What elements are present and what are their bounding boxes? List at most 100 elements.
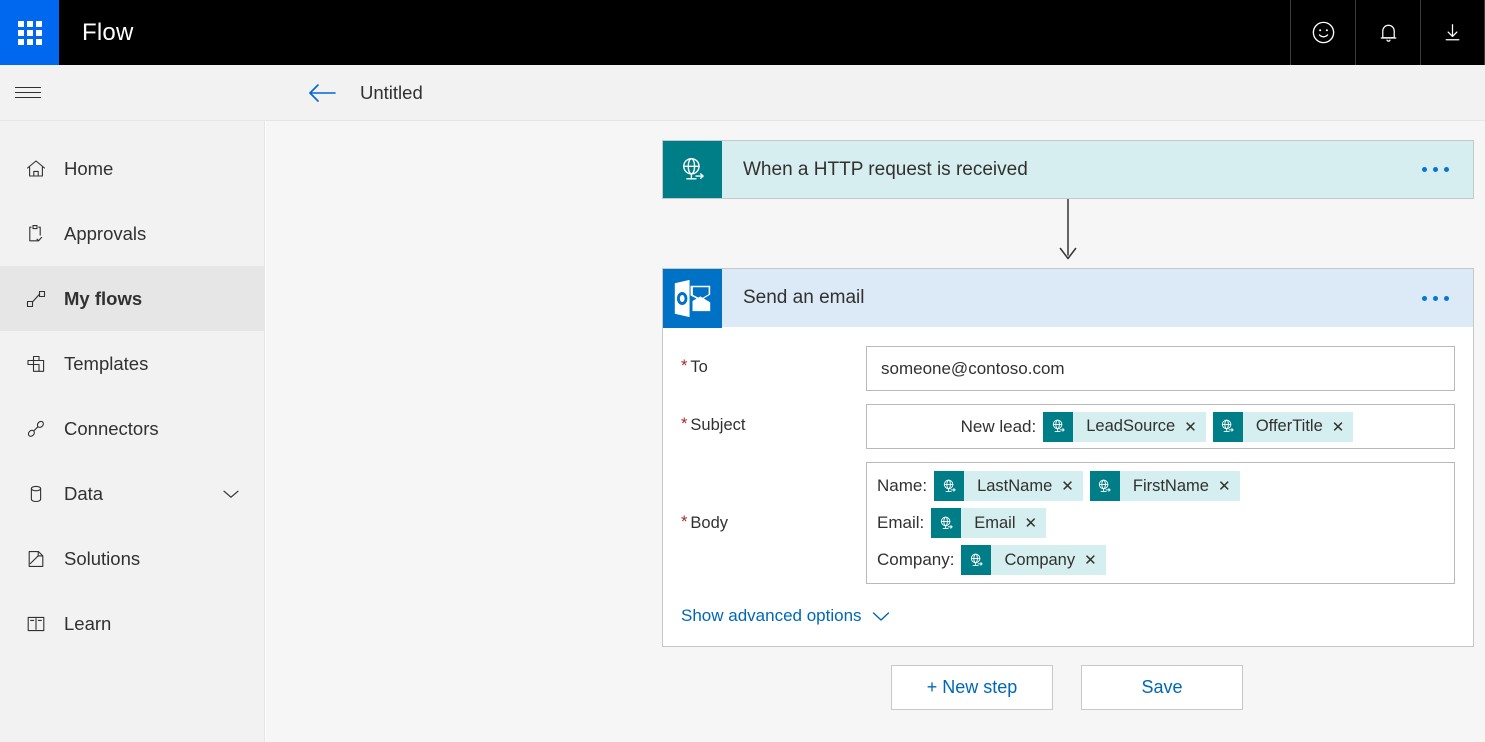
- token-remove-icon[interactable]: ✕: [1332, 418, 1354, 436]
- http-request-icon: [663, 141, 722, 198]
- designer-canvas: When a HTTP request is received: [266, 121, 1485, 742]
- to-field-label: * To: [681, 346, 866, 377]
- to-label-text: To: [690, 358, 707, 377]
- new-step-button[interactable]: + New step: [891, 665, 1053, 710]
- page-title: Untitled: [360, 82, 423, 104]
- download-icon[interactable]: [1420, 0, 1485, 65]
- sidebar-item-label: Connectors: [58, 418, 159, 440]
- token-remove-icon[interactable]: ✕: [1084, 551, 1106, 569]
- back-arrow-icon[interactable]: [306, 81, 338, 105]
- command-bar: Untitled: [0, 65, 1485, 121]
- sidebar-item-approvals[interactable]: Approvals: [0, 201, 264, 266]
- sidebar-item-label: Solutions: [58, 548, 140, 570]
- outlook-icon: [663, 269, 722, 327]
- token-label: LeadSource: [1073, 417, 1184, 436]
- connectors-plug-icon: [14, 417, 58, 441]
- clipboard-check-icon: [14, 222, 58, 246]
- token-offertitle[interactable]: OfferTitle ✕: [1213, 412, 1354, 442]
- trigger-card-header[interactable]: When a HTTP request is received: [662, 140, 1474, 199]
- app-launcher-button[interactable]: [0, 0, 59, 65]
- token-leadsource[interactable]: LeadSource ✕: [1043, 412, 1206, 442]
- body-line-text: Email:: [877, 513, 924, 533]
- body-line-text: Name:: [877, 476, 927, 496]
- token-label: OfferTitle: [1243, 417, 1332, 436]
- database-icon: [14, 482, 58, 506]
- step-connector-arrow: [662, 199, 1474, 268]
- hamburger-lines: [15, 83, 41, 102]
- subject-token-line: New lead:: [961, 412, 1361, 442]
- templates-icon: [14, 352, 58, 376]
- action-title: Send an email: [722, 269, 1422, 327]
- advanced-options-row: Show advanced options: [663, 584, 1473, 646]
- body-line-email: Email:: [877, 508, 1444, 538]
- feedback-smiley-icon[interactable]: [1290, 0, 1355, 65]
- sidebar-item-templates[interactable]: Templates: [0, 331, 264, 396]
- sidebar-item-data[interactable]: Data: [0, 461, 264, 526]
- token-email[interactable]: Email ✕: [931, 508, 1046, 538]
- body-label-text: Body: [690, 514, 728, 533]
- required-asterisk: *: [681, 416, 687, 433]
- action-more-menu[interactable]: [1422, 269, 1473, 327]
- waffle-grid-icon: [18, 21, 42, 45]
- sidebar-item-label: Home: [58, 158, 113, 180]
- sidebar-item-home[interactable]: Home: [0, 136, 264, 201]
- http-request-icon: [961, 545, 991, 575]
- trigger-card[interactable]: When a HTTP request is received: [662, 140, 1474, 199]
- hamburger-menu-icon[interactable]: [0, 65, 56, 121]
- home-icon: [14, 157, 58, 181]
- solutions-icon: [14, 547, 58, 571]
- sidebar-item-connectors[interactable]: Connectors: [0, 396, 264, 461]
- field-row-body: * Body Name:: [663, 462, 1473, 584]
- field-row-subject: * Subject New lead:: [663, 404, 1473, 449]
- action-card[interactable]: Send an email * To someone@contoso.com: [662, 268, 1474, 647]
- token-label: Company: [991, 551, 1084, 570]
- token-remove-icon[interactable]: ✕: [1061, 477, 1083, 495]
- subject-label-text: Subject: [690, 416, 745, 435]
- token-label: LastName: [964, 477, 1061, 496]
- sidebar-item-my-flows[interactable]: My flows: [0, 266, 264, 331]
- token-remove-icon[interactable]: ✕: [1218, 477, 1240, 495]
- show-advanced-options-link[interactable]: Show advanced options: [681, 606, 891, 626]
- top-app-bar: Flow: [0, 0, 1485, 65]
- designer-footer-actions: + New step Save: [891, 665, 1243, 710]
- http-request-icon: [1043, 412, 1073, 442]
- subject-input[interactable]: New lead:: [866, 404, 1455, 449]
- token-remove-icon[interactable]: ✕: [1184, 418, 1206, 436]
- token-lastname[interactable]: LastName ✕: [934, 471, 1083, 501]
- top-bar-actions: [1290, 0, 1485, 65]
- action-card-header[interactable]: Send an email: [662, 268, 1474, 327]
- book-icon: [14, 612, 58, 636]
- token-company[interactable]: Company ✕: [961, 545, 1105, 575]
- sidebar-item-label: Data: [58, 483, 103, 505]
- topbar-spacer: [133, 0, 1290, 65]
- subject-field-label: * Subject: [681, 404, 866, 435]
- token-label: FirstName: [1120, 477, 1218, 496]
- brand-title: Flow: [59, 0, 133, 65]
- to-input[interactable]: someone@contoso.com: [866, 346, 1455, 391]
- body-input[interactable]: Name:: [866, 462, 1455, 584]
- token-label: Email: [961, 514, 1024, 533]
- field-row-to: * To someone@contoso.com: [663, 346, 1473, 391]
- trigger-title: When a HTTP request is received: [722, 141, 1422, 198]
- to-input-value: someone@contoso.com: [881, 359, 1065, 379]
- notifications-bell-icon[interactable]: [1355, 0, 1420, 65]
- subject-prefix-text: New lead:: [961, 417, 1037, 437]
- token-firstname[interactable]: FirstName ✕: [1090, 471, 1240, 501]
- http-request-icon: [931, 508, 961, 538]
- sidebar-item-label: My flows: [58, 288, 142, 310]
- sidebar-item-label: Templates: [58, 353, 148, 375]
- sidebar-item-solutions[interactable]: Solutions: [0, 526, 264, 591]
- action-card-body: * To someone@contoso.com * Subject: [662, 327, 1474, 647]
- sidebar-item-learn[interactable]: Learn: [0, 591, 264, 656]
- chevron-down-icon: [871, 610, 891, 623]
- token-remove-icon[interactable]: ✕: [1025, 514, 1047, 532]
- sidebar-item-label: Approvals: [58, 223, 146, 245]
- flow-designer-page: Flow: [0, 0, 1485, 742]
- body-line-company: Company:: [877, 545, 1444, 575]
- chevron-down-icon[interactable]: [222, 488, 240, 500]
- http-request-icon: [1090, 471, 1120, 501]
- trigger-more-menu[interactable]: [1422, 141, 1473, 198]
- required-asterisk: *: [681, 514, 687, 531]
- body-line-name: Name:: [877, 471, 1444, 501]
- save-button[interactable]: Save: [1081, 665, 1243, 710]
